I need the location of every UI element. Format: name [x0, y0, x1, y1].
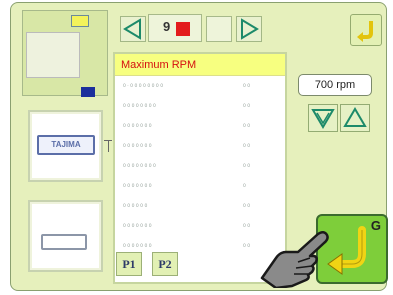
tab-p1[interactable]: P1 — [116, 252, 142, 276]
list-item-label: 0 0 0 0 0 0 0 — [123, 144, 152, 149]
list-item[interactable]: 0 0 0 0 0 0 0 0 — [123, 204, 273, 218]
decrease-speed-button[interactable] — [308, 104, 338, 132]
list-item-value: 0 0 — [243, 84, 251, 89]
left-arrow-icon — [123, 18, 141, 40]
blank-slot — [206, 16, 232, 42]
design-thumbnail-logo[interactable]: TAJIMA — [28, 110, 103, 182]
return-button[interactable] — [350, 14, 382, 46]
next-button[interactable] — [236, 16, 262, 42]
list-item[interactable]: 0 0 0 0 0 0 0 0 — [123, 184, 273, 198]
logo-sample: TAJIMA — [37, 135, 95, 155]
list-item-value: 0 0 — [243, 124, 251, 129]
hand-pointer-icon — [260, 231, 329, 288]
enter-button-letter: G — [370, 218, 381, 233]
thread-color-chip-yellow[interactable] — [71, 15, 89, 27]
list-item-value: 0 0 — [243, 144, 251, 149]
pattern-number: 9 — [163, 19, 171, 34]
design-thumbnail-rectangle[interactable] — [28, 200, 103, 272]
right-arrow-icon — [241, 18, 259, 40]
list-item-label: 0 0 0 0 0 0 0 — [123, 184, 152, 189]
connector-line — [108, 140, 109, 152]
list-item-value: 0 0 — [243, 104, 251, 109]
list-item-label: 0 0 0 0 0 0 0 — [123, 124, 152, 129]
list-item[interactable]: 0 0 0 0 0 0 0 0 0 — [123, 144, 273, 158]
pattern-number-box: 9 — [148, 14, 202, 42]
return-icon — [357, 21, 373, 42]
design-info-box — [26, 32, 80, 78]
list-item[interactable]: 0 0 0 0 0 0 0 0 0 — [123, 244, 273, 258]
list-item-label: 0 0 0 0 0 0 0 0 — [123, 164, 156, 169]
list-item[interactable]: 0 · 0 0 0 0 0 0 0 0 0 0 — [123, 84, 273, 98]
list-item-label: 0 0 0 0 0 0 0 — [123, 224, 152, 229]
list-item[interactable]: 0 0 0 0 0 0 0 0 0 0 — [123, 104, 273, 118]
list-item-label: 0 0 0 0 0 0 — [123, 204, 148, 209]
list-item[interactable]: 0 0 0 0 0 0 0 0 0 — [123, 124, 273, 138]
list-item-value: 0 0 — [243, 164, 251, 169]
thread-color-chip-blue[interactable] — [81, 87, 95, 97]
list-item-value: 0 0 — [243, 204, 251, 209]
list-item[interactable]: 0 0 0 0 0 0 0 0 0 0 — [123, 164, 273, 178]
down-arrow-icon — [311, 109, 335, 129]
current-color-swatch — [176, 22, 190, 36]
increase-speed-button[interactable] — [340, 104, 370, 132]
rpm-value-display: 700 rpm — [298, 74, 372, 96]
list-item-label: 0 0 0 0 0 0 0 — [123, 244, 152, 249]
rectangle-sample — [41, 234, 87, 250]
previous-button[interactable] — [120, 16, 146, 42]
list-item-value: 0 — [243, 184, 246, 189]
up-arrow-icon — [343, 107, 367, 127]
list-item[interactable]: 0 0 0 0 0 0 0 0 0 — [123, 224, 273, 238]
list-item-label: 0 · 0 0 0 0 0 0 0 0 — [123, 84, 164, 89]
tab-p2[interactable]: P2 — [152, 252, 178, 276]
panel-title: Maximum RPM — [115, 54, 285, 76]
list-item-label: 0 0 0 0 0 0 0 0 — [123, 104, 156, 109]
